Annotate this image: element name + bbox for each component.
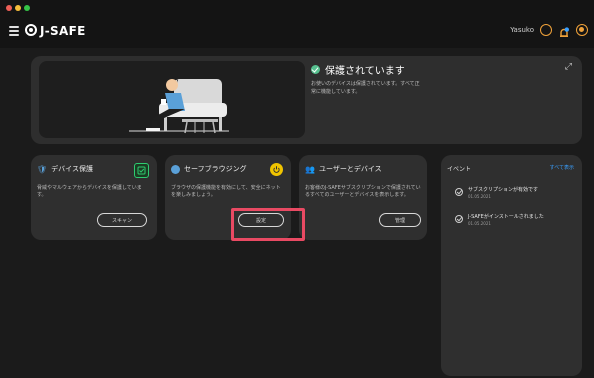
globe-icon <box>171 164 180 174</box>
users-and-devices-card: 👥 ユーザーとデバイス お客様のJ-SAFEサブスクリプションで保護されているす… <box>299 155 427 240</box>
expand-icon[interactable]: ⤢ <box>565 62 572 72</box>
protection-status: 保護されています <box>311 62 405 77</box>
safe-browsing-title: セーフブラウジング <box>184 165 247 173</box>
card-title-row: 🛡 デバイス保護 <box>37 164 93 174</box>
event-date: 01.05.2021 <box>468 221 491 226</box>
brand-name: J-SAFE <box>40 24 86 38</box>
user-icon[interactable] <box>540 24 552 36</box>
hero-illustration <box>39 61 305 138</box>
person-on-sofa-illustration <box>129 77 229 134</box>
users-and-devices-title: ユーザーとデバイス <box>318 165 382 173</box>
power-icon <box>270 163 283 176</box>
maximize-window-button[interactable] <box>24 5 30 11</box>
users-icon: 👥 <box>305 164 315 174</box>
events-header: イベント <box>447 166 472 173</box>
check-circle-icon <box>455 215 463 223</box>
hamburger-icon[interactable] <box>9 26 19 36</box>
users-and-devices-description: お客様のJ-SAFEサブスクリプションで保護されているすべてのユーザーとデバイス… <box>305 185 421 198</box>
title-bar: J-SAFE Yasuko <box>0 0 594 48</box>
device-protection-card: 🛡 デバイス保護 脅威やマルウェアからデバイスを保護しています。 スキャン <box>31 155 157 240</box>
manage-button[interactable]: 管理 <box>379 213 421 227</box>
check-icon <box>134 163 149 178</box>
check-circle-icon <box>311 65 320 74</box>
event-item[interactable]: サブスクリプションが有効です 01.05.2021 <box>455 187 538 200</box>
scan-button[interactable]: スキャン <box>97 213 147 227</box>
power-icon[interactable] <box>576 24 588 36</box>
check-circle-icon <box>455 188 463 196</box>
protection-status-description: お使いのデバイスは保護されています。すべて正常に機能しています。 <box>311 81 420 95</box>
events-panel: イベント すべて表示 サブスクリプションが有効です 01.05.2021 J-S… <box>441 155 582 376</box>
device-protection-description: 脅威やマルウェアからデバイスを保護しています。 <box>37 185 142 198</box>
user-name: Yasuko <box>510 26 534 34</box>
window-controls <box>6 5 30 11</box>
card-title-row: 👥 ユーザーとデバイス <box>305 164 382 174</box>
logo-icon <box>25 24 37 36</box>
event-title: J-SAFEがインストールされました <box>468 214 544 220</box>
device-protection-title: デバイス保護 <box>51 165 93 173</box>
minimize-window-button[interactable] <box>15 5 21 11</box>
protection-status-card: 保護されています お使いのデバイスは保護されています。すべて正常に機能しています… <box>31 56 582 144</box>
shield-icon: 🛡 <box>37 164 48 174</box>
event-item[interactable]: J-SAFEがインストールされました 01.05.2021 <box>455 214 544 227</box>
view-all-link[interactable]: すべて表示 <box>550 164 574 171</box>
highlight-frame <box>231 208 305 241</box>
top-right-controls: Yasuko <box>510 24 588 37</box>
safe-browsing-description: ブラウザの保護機能を有効にして、安全にネットを楽しみましょう。 <box>171 185 281 198</box>
close-window-button[interactable] <box>6 5 12 11</box>
protection-status-text: 保護されています <box>325 66 405 77</box>
event-date: 01.05.2021 <box>468 194 491 199</box>
event-title: サブスクリプションが有効です <box>468 187 539 193</box>
bell-icon[interactable] <box>558 24 570 37</box>
card-title-row: セーフブラウジング <box>171 164 247 174</box>
